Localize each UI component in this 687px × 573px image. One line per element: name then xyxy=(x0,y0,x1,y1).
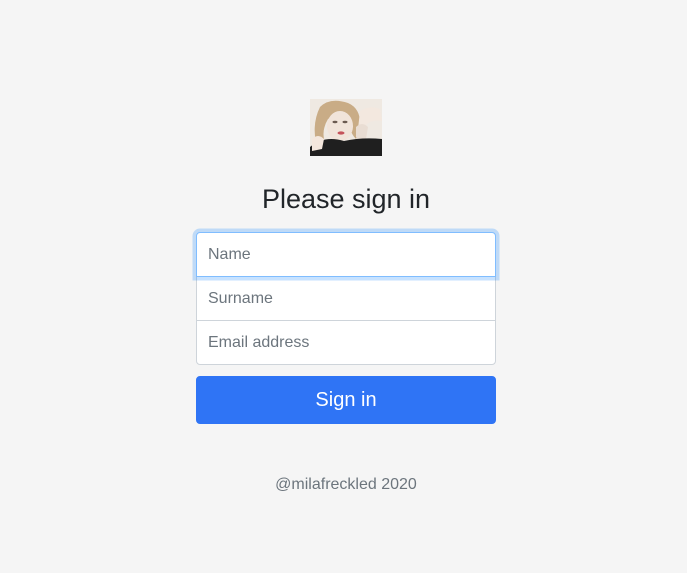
input-group xyxy=(196,232,496,365)
sign-in-button[interactable]: Sign in xyxy=(196,376,496,424)
sign-in-form: Please sign in Sign in @milafreckled 202… xyxy=(196,99,496,495)
email-field[interactable] xyxy=(196,320,496,365)
page-title: Please sign in xyxy=(261,184,431,214)
footer-credit: @milafreckled 2020 xyxy=(275,476,417,493)
name-field[interactable] xyxy=(196,232,496,277)
avatar xyxy=(310,99,382,156)
surname-field[interactable] xyxy=(196,276,496,321)
